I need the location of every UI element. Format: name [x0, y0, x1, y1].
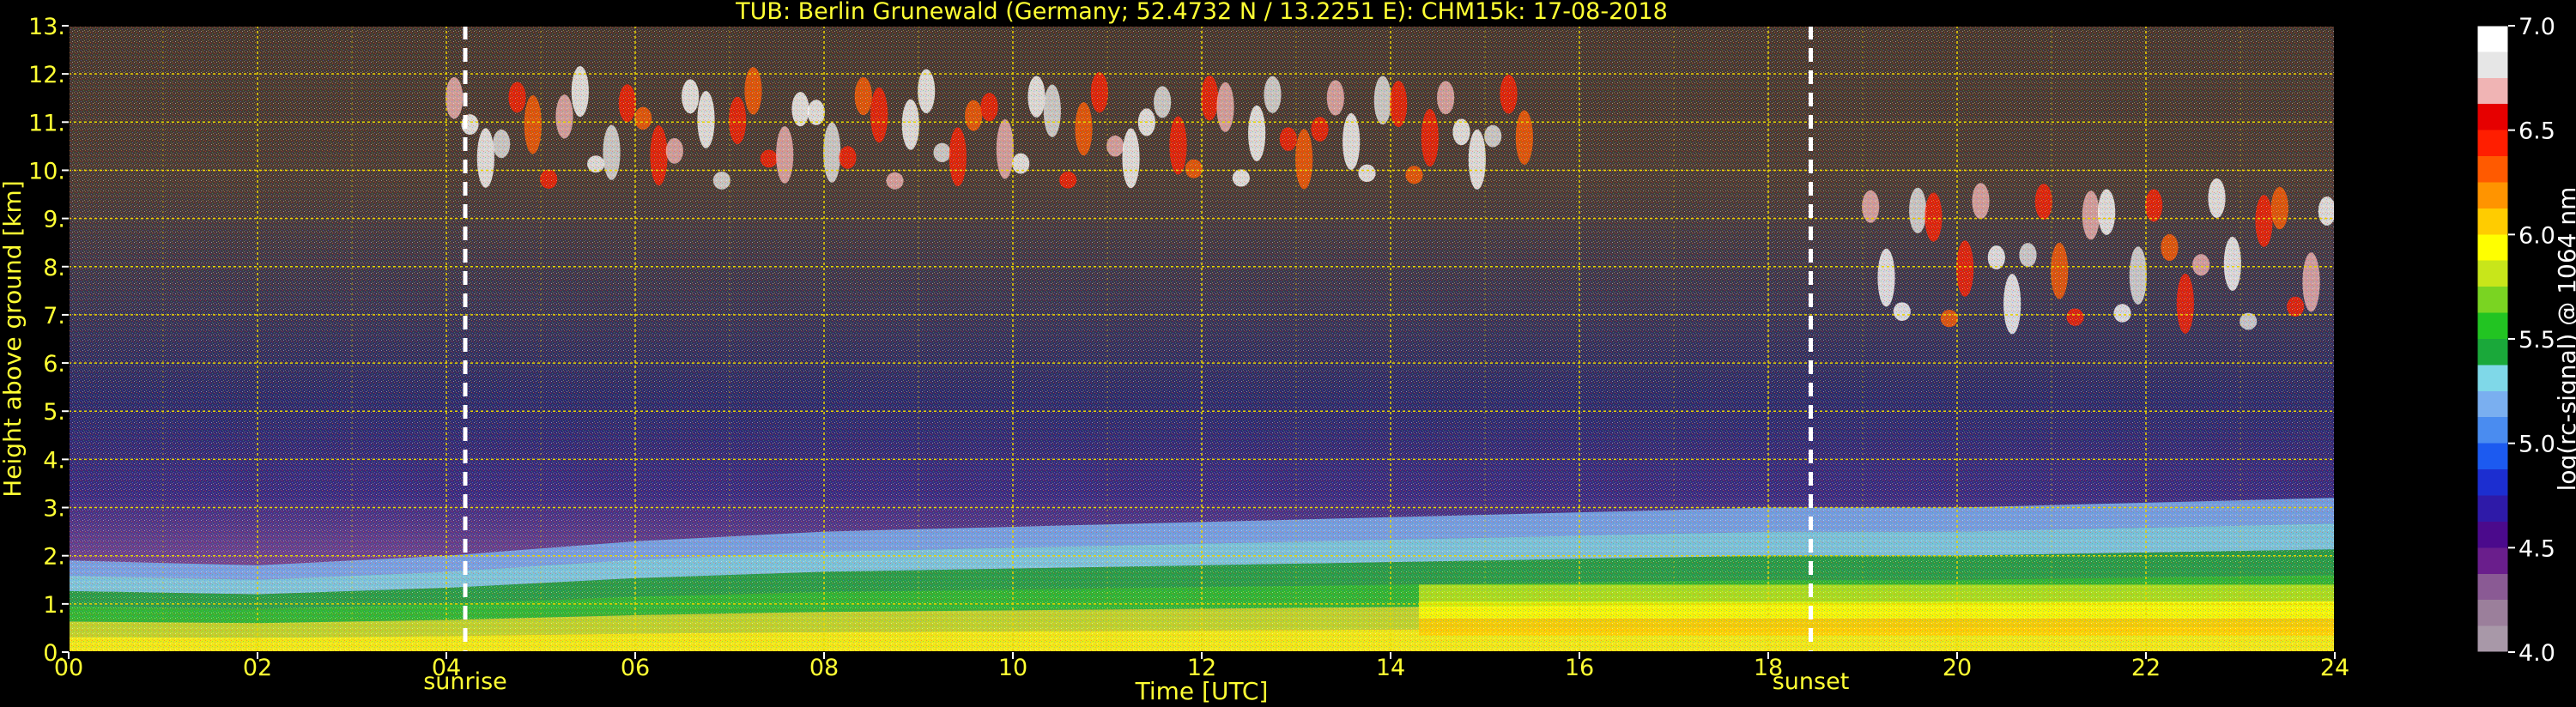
y-tick-label: 3.: [43, 496, 65, 523]
x-tick-label: 24: [2320, 655, 2349, 681]
plot-area: [68, 25, 2336, 653]
y-axis-ticks: 0. 1. 2. 3. 4. 5. 6. 7. 8. 9. 10. 11. 12. 13.: [28, 14, 69, 667]
sun-marker-label: sunset: [1773, 668, 1850, 695]
y-tick-label: 0.: [43, 640, 65, 667]
y-tick-label: 1.: [43, 592, 65, 619]
y-tick-label: 11.: [28, 110, 65, 136]
x-tick-label: 20: [1943, 655, 1972, 681]
y-tick-label: 10.: [28, 158, 65, 184]
y-tick-label: 13.: [28, 14, 65, 40]
y-tick-label: 7.: [43, 303, 65, 329]
x-tick-label: 14: [1376, 655, 1405, 681]
sun-marker-label: sunrise: [423, 668, 507, 695]
y-tick-label: 5.: [43, 399, 65, 426]
colorbar-tick-label: 7.0: [2518, 14, 2555, 40]
colorbar-tick-label: 6.5: [2518, 118, 2555, 145]
y-tick-label: 8.: [43, 255, 65, 281]
y-tick-label: 9.: [43, 207, 65, 233]
x-tick-label: 06: [621, 655, 650, 681]
colorbar-tick-label: 6.0: [2518, 222, 2555, 249]
x-tick-label: 22: [2131, 655, 2161, 681]
colorbar-tick-label: 4.0: [2518, 640, 2555, 667]
colorbar: 4.0 4.5 5.0 5.5 6.0 6.5 7.0 log(rc-signal) @ 1…: [2476, 14, 2576, 667]
colorbar-label: log(rc-signal) @ 1064 nm: [2553, 187, 2576, 492]
colorbar-gradient: [2476, 25, 2509, 653]
chart-title: TUB: Berlin Grunewald (Germany; 52.4732 …: [735, 0, 1668, 25]
lidar-ceilometer-chart: TUB: Berlin Grunewald (Germany; 52.4732 …: [0, 0, 2576, 705]
y-tick-label: 6.: [43, 351, 65, 378]
y-axis-label: Height above ground [km]: [0, 180, 27, 498]
x-tick-label: 02: [243, 655, 272, 681]
y-tick-label: 12.: [28, 62, 65, 88]
colorbar-tick-label: 5.5: [2518, 327, 2555, 354]
x-tick-label: 08: [809, 655, 839, 681]
y-tick-label: 2.: [43, 544, 65, 571]
y-tick-label: 4.: [43, 447, 65, 474]
colorbar-tick-label: 5.0: [2518, 432, 2555, 458]
x-axis-label: Time [UTC]: [1135, 677, 1269, 705]
colorbar-tick-label: 4.5: [2518, 535, 2555, 562]
colorbar-ticks: 4.0 4.5 5.0 5.5 6.0 6.5 7.0: [2508, 14, 2555, 667]
x-tick-label: 16: [1565, 655, 1594, 681]
x-tick-label: 10: [998, 655, 1027, 681]
